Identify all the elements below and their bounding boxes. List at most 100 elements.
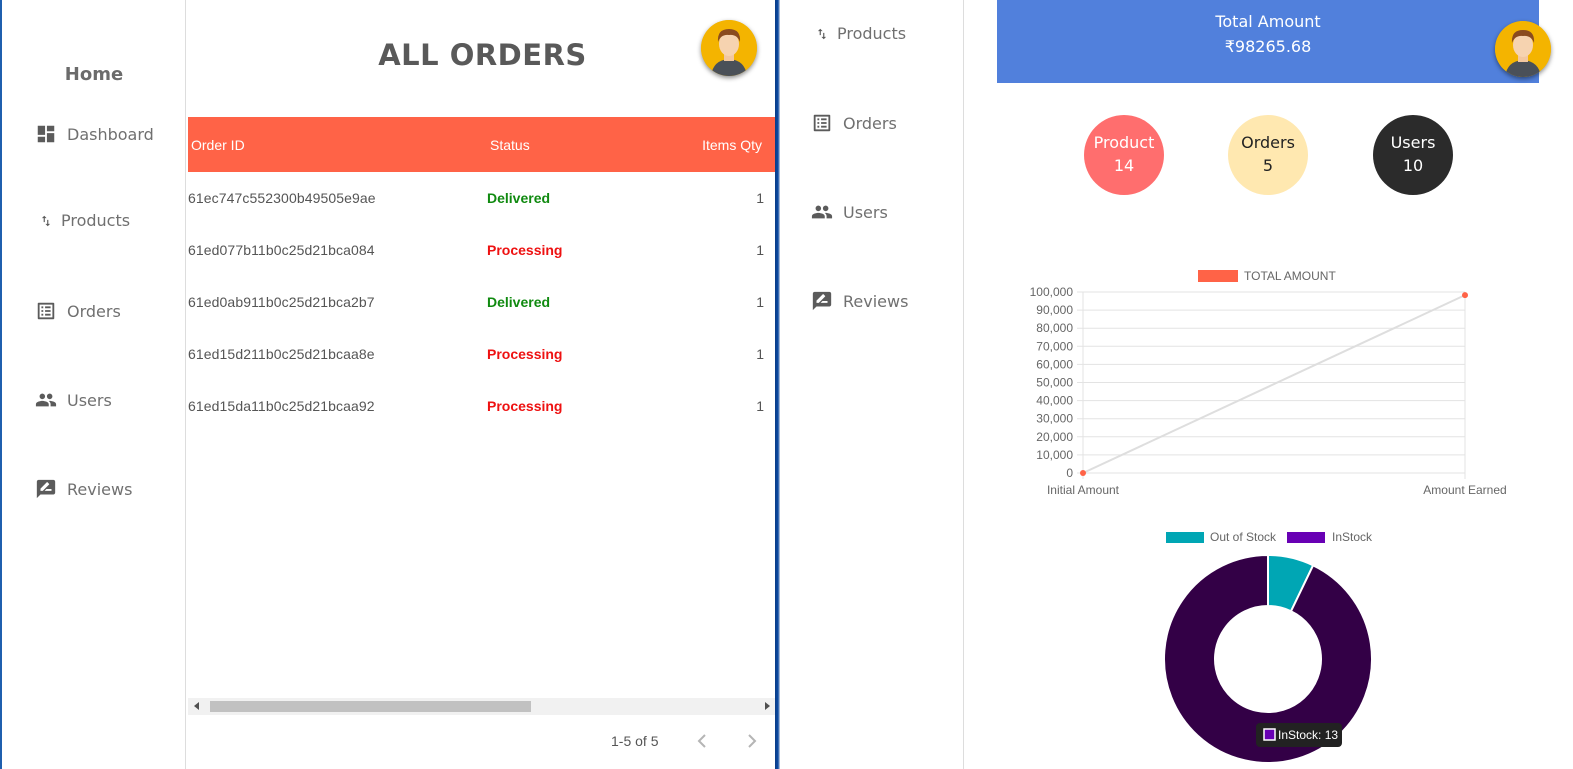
y-tick-label: 30,000: [1036, 412, 1073, 426]
sidebar-item-label: Dashboard: [67, 124, 154, 144]
rate-review-icon: [36, 479, 56, 499]
orders-count-value: 5: [1262, 156, 1274, 175]
status-cell: Delivered: [487, 190, 551, 206]
sidebar-item-label: Orders: [67, 301, 121, 321]
product-count-link[interactable]: Product 14: [1084, 115, 1164, 195]
rate-review-icon: [812, 291, 832, 311]
tooltip-swatch: [1263, 728, 1276, 741]
users-count-value: 10: [1402, 156, 1424, 175]
sort-arrows-icon: [817, 28, 827, 39]
status-cell: Processing: [487, 242, 563, 258]
sidebar-item-orders[interactable]: Orders: [35, 300, 121, 322]
tooltip-text: InStock: 13: [1278, 728, 1338, 742]
qty-cell: 1: [756, 346, 764, 362]
order-id-cell: 61ed15d211b0c25d21bcaa8e: [188, 346, 375, 362]
users-count-label: Users: [1390, 133, 1436, 152]
total-amount-label: Total Amount: [1215, 12, 1321, 31]
product-count-value: 14: [1113, 156, 1135, 175]
sidebar-item-label: Users: [67, 390, 112, 410]
sidebar: Products Orders Users Reviews: [780, 0, 964, 769]
y-tick-label: 70,000: [1036, 339, 1073, 353]
orders-window: Home Dashboard Products Orders Users Rev…: [0, 0, 777, 769]
legend-swatch: [1198, 270, 1238, 282]
pagination-range: 1-5 of 5: [611, 733, 659, 749]
order-id-cell: 61ed077b11b0c25d21bca084: [188, 242, 375, 258]
order-id-cell: 61ed15da11b0c25d21bcaa92: [188, 398, 375, 414]
scrollbar-thumb[interactable]: [210, 701, 531, 712]
list-alt-icon: [37, 302, 55, 320]
sidebar-item-reviews[interactable]: Reviews: [811, 290, 908, 312]
qty-cell: 1: [756, 242, 764, 258]
next-page-button[interactable]: [739, 729, 763, 753]
status-cell: Delivered: [487, 294, 551, 310]
sidebar-item-products[interactable]: Products: [35, 211, 130, 230]
total-amount-card: Total Amount ₹98265.68: [997, 0, 1539, 83]
table-row[interactable]: 61ed0ab911b0c25d21bca2b7 Delivered 1: [188, 276, 776, 328]
y-tick-label: 80,000: [1036, 321, 1073, 335]
sidebar-item-products[interactable]: Products: [811, 24, 906, 43]
scroll-right-arrow-icon[interactable]: [765, 702, 770, 710]
product-count-label: Product: [1093, 133, 1155, 152]
sidebar-item-label: Reviews: [67, 479, 133, 499]
legend-swatch: [1287, 532, 1325, 543]
y-tick-label: 0: [1066, 466, 1073, 480]
sidebar-item-label: Users: [843, 202, 888, 222]
horizontal-scrollbar[interactable]: [188, 698, 776, 715]
sidebar-item-users[interactable]: Users: [35, 389, 112, 411]
x-tick-label: Initial Amount: [1047, 483, 1120, 497]
sidebar-item-orders[interactable]: Orders: [811, 112, 897, 134]
avatar[interactable]: [701, 20, 757, 76]
data-point: [1462, 292, 1468, 299]
y-tick-label: 40,000: [1036, 394, 1073, 408]
sidebar-item-dashboard[interactable]: Dashboard: [35, 123, 154, 145]
stock-doughnut-chart: Out of Stock InStock InStock: 13: [1163, 530, 1373, 764]
sidebar-item-label: Orders: [843, 113, 897, 133]
table-row[interactable]: 61ed15da11b0c25d21bcaa92 Processing 1: [188, 380, 776, 432]
dashboard-window: Products Orders Users Reviews Total Amou…: [780, 0, 1573, 769]
user-avatar-icon: [701, 20, 757, 76]
column-header-order-id[interactable]: Order ID: [191, 137, 245, 153]
sidebar-item-label: Reviews: [843, 291, 909, 311]
users-count-link[interactable]: Users 10: [1373, 115, 1453, 195]
sidebar-item-label: Products: [61, 211, 131, 230]
orders-count-link[interactable]: Orders 5: [1228, 115, 1308, 195]
y-tick-label: 50,000: [1036, 376, 1073, 390]
legend-label: Out of Stock: [1210, 530, 1277, 544]
data-point: [1080, 470, 1086, 476]
qty-cell: 1: [756, 190, 764, 206]
home-link[interactable]: Home: [2, 64, 186, 85]
previous-page-button[interactable]: [691, 729, 715, 753]
sidebar-item-reviews[interactable]: Reviews: [35, 478, 132, 500]
status-cell: Processing: [487, 398, 563, 414]
table-row[interactable]: 61ed15d211b0c25d21bcaa8e Processing 1: [188, 328, 776, 380]
qty-cell: 1: [756, 398, 764, 414]
table-row[interactable]: 61ed077b11b0c25d21bca084 Processing 1: [188, 224, 776, 276]
user-avatar-icon: [1495, 21, 1551, 77]
column-header-items-qty[interactable]: Items Qty: [702, 137, 762, 153]
total-amount-line-chart: TOTAL AMOUNT 100,000 90,000 80,000 70,000 60,…: [1030, 269, 1507, 497]
qty-cell: 1: [756, 294, 764, 310]
status-cell: Processing: [487, 346, 563, 362]
y-tick-label: 10,000: [1036, 448, 1073, 462]
y-tick-label: 100,000: [1030, 285, 1074, 299]
sidebar-item-label: Products: [837, 24, 907, 43]
people-icon: [811, 205, 833, 219]
order-id-cell: 61ec747c552300b49505e9ae: [188, 190, 376, 206]
y-tick-label: 20,000: [1036, 430, 1073, 444]
page-title: ALL ORDERS: [378, 38, 587, 72]
y-tick-label: 60,000: [1036, 357, 1073, 371]
table-row[interactable]: 61ec747c552300b49505e9ae Delivered 1: [188, 172, 776, 224]
people-icon: [35, 393, 57, 407]
sort-arrows-icon: [41, 215, 51, 226]
total-amount-value: ₹98265.68: [1224, 37, 1312, 56]
legend-swatch: [1166, 532, 1204, 543]
list-alt-icon: [813, 114, 831, 132]
total-amount-series-line: [1082, 294, 1466, 474]
avatar[interactable]: [1495, 21, 1551, 77]
scroll-left-arrow-icon[interactable]: [194, 702, 199, 710]
chevron-right-icon: [748, 734, 757, 748]
legend-label: TOTAL AMOUNT: [1244, 269, 1336, 283]
column-header-status[interactable]: Status: [490, 137, 530, 153]
orders-count-label: Orders: [1241, 133, 1295, 152]
sidebar-item-users[interactable]: Users: [811, 201, 888, 223]
